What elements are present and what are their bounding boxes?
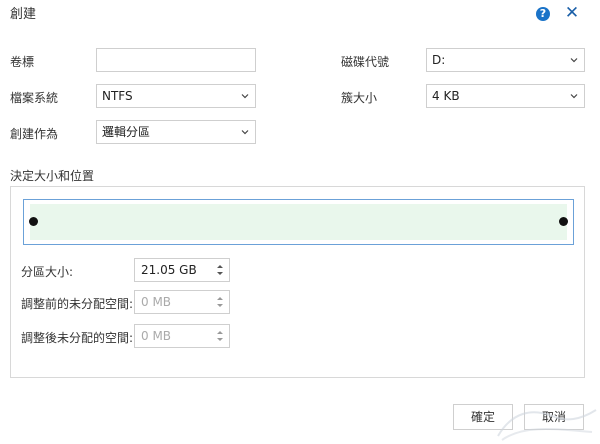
cluster-size-value: 4 KB <box>432 89 460 103</box>
help-icon[interactable]: ? <box>536 7 550 21</box>
drive-letter-select[interactable]: D: <box>426 48 585 72</box>
ok-button[interactable]: 確定 <box>453 404 513 430</box>
dialog-title: 創建 <box>10 7 37 22</box>
spin-arrows-icon[interactable] <box>216 329 224 343</box>
drive-letter-label: 磁碟代號 <box>341 55 390 69</box>
close-icon[interactable]: ✕ <box>564 3 580 23</box>
chevron-down-icon <box>241 94 249 99</box>
slider-left-handle[interactable] <box>29 217 38 226</box>
cluster-size-select[interactable]: 4 KB <box>426 84 585 108</box>
file-system-label: 檔案系統 <box>10 91 59 105</box>
volume-label-label: 卷標 <box>10 55 35 69</box>
file-system-value: NTFS <box>102 89 133 103</box>
size-position-title: 決定大小和位置 <box>10 169 95 183</box>
chevron-down-icon <box>241 130 249 135</box>
create-partition-dialog: 創建 ? ✕ 卷標 磁碟代號 D: 檔案系統 NTFS 簇大小 4 KB 創建作… <box>0 0 600 444</box>
chevron-down-icon <box>570 58 578 63</box>
unalloc-before-label: 調整前的未分配空間: <box>21 297 134 311</box>
create-as-value: 邏輯分區 <box>102 125 151 139</box>
unalloc-before-value: 0 MB <box>141 295 172 309</box>
chevron-down-icon <box>570 94 578 99</box>
unalloc-after-label: 調整後未分配的空間: <box>21 331 134 345</box>
partition-size-stepper[interactable]: 21.05 GB <box>134 258 230 282</box>
partition-size-value: 21.05 GB <box>141 263 197 277</box>
unalloc-before-stepper[interactable]: 0 MB <box>134 290 230 314</box>
size-position-panel: 分區大小: 21.05 GB 調整前的未分配空間: 0 MB 調整後未分配的空間… <box>10 186 585 378</box>
partition-size-label: 分區大小: <box>21 265 74 279</box>
spin-arrows-icon[interactable] <box>216 263 224 277</box>
slider-right-handle[interactable] <box>559 217 568 226</box>
volume-label-input[interactable] <box>96 48 256 72</box>
cluster-size-label: 簇大小 <box>341 91 378 105</box>
spin-arrows-icon[interactable] <box>216 295 224 309</box>
drive-letter-value: D: <box>432 53 446 67</box>
partition-slider[interactable] <box>23 199 574 245</box>
cancel-button[interactable]: 取消 <box>524 404 584 430</box>
create-as-select[interactable]: 邏輯分區 <box>96 120 256 144</box>
file-system-select[interactable]: NTFS <box>96 84 256 108</box>
unalloc-after-stepper[interactable]: 0 MB <box>134 324 230 348</box>
slider-fill <box>30 204 567 240</box>
unalloc-after-value: 0 MB <box>141 329 172 343</box>
create-as-label: 創建作為 <box>10 127 59 141</box>
